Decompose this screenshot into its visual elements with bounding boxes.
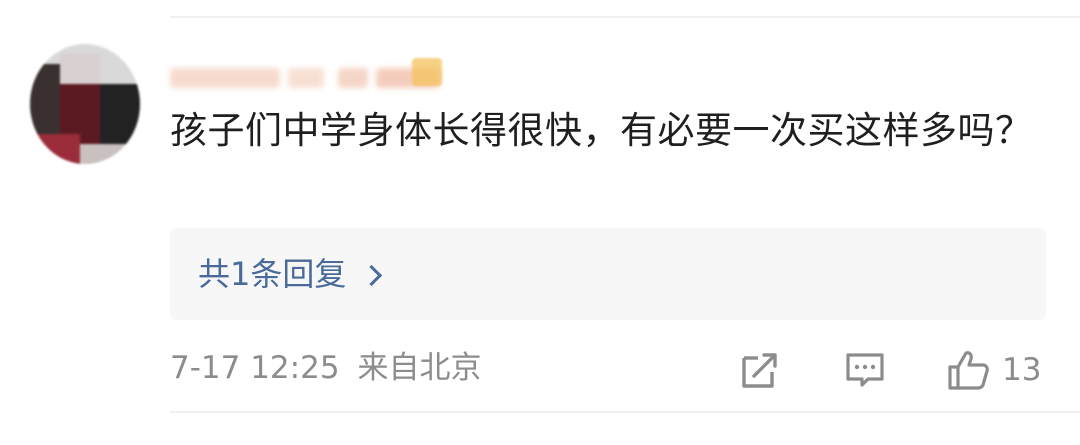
view-replies-link[interactable]: 共1条回复 [198,252,383,296]
avatar-tile [80,144,140,164]
username-blur [170,68,280,88]
thumbs-up-icon [948,351,989,390]
reply-box[interactable]: 共1条回复 [170,228,1046,320]
comment-actions: 13 [740,346,1050,394]
avatar-tile [30,134,80,164]
bottom-divider [170,411,1080,413]
vip-badge-icon [412,58,442,86]
comment-meta: 7-17 12:25 来自北京 [170,346,482,390]
username-blur [338,68,368,88]
like-count: 13 [1002,352,1042,388]
avatar[interactable] [30,44,140,164]
reply-link-label: 共1条回复 [198,255,347,293]
share-icon [742,353,777,388]
avatar-tile [30,64,60,134]
avatar-tile [100,84,140,144]
comment-button[interactable] [844,346,886,394]
timestamp: 7-17 12:25 [170,350,340,386]
username-redacted[interactable] [170,60,440,94]
top-divider [170,16,1080,18]
username-blur [288,68,324,88]
comment-text: 孩子们中学身体长得很快，有必要一次买这样多吗？ [170,109,1033,152]
chevron-right-icon [361,264,383,286]
comment-icon [846,353,884,387]
location: 来自北京 [357,350,482,386]
share-button[interactable] [740,346,780,394]
avatar-tile [60,54,100,84]
like-button[interactable]: 13 [946,346,1041,394]
